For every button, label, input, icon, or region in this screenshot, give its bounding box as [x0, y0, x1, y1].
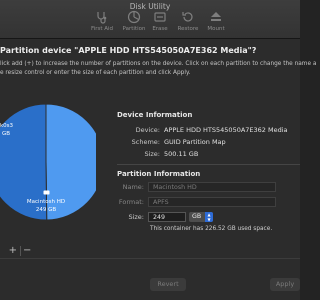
used-space-note: This container has 226.52 GB used space.	[150, 226, 273, 232]
erase-label: Erase	[152, 26, 168, 32]
size-value: 500.11 GB	[164, 150, 199, 158]
remove-partition-button[interactable]: −	[20, 245, 34, 256]
add-partition-button[interactable]: +	[6, 245, 20, 256]
device-label: Device:	[135, 126, 160, 134]
first-aid-label: First Aid	[90, 26, 114, 32]
apply-button[interactable]: Apply	[270, 278, 300, 291]
device-value: APPLE HDD HTS545050A7E362 Media	[164, 126, 288, 134]
partition-icon	[127, 10, 141, 24]
pie-label-main-size: 249 GB	[35, 207, 57, 213]
restore-label: Restore	[177, 26, 199, 32]
drive-icon	[43, 190, 50, 195]
sheet-heading: Partition device "APPLE HDD HTS545050A7E…	[0, 46, 257, 55]
instructions-line-1: lick add (+) to increase the number of p…	[0, 61, 317, 67]
name-field[interactable]: Macintosh HD	[148, 182, 276, 192]
mount-icon	[211, 12, 221, 21]
stethoscope-icon	[97, 12, 107, 24]
partition-add-remove-control: + −	[6, 245, 34, 256]
pie-label-main-name: Macintosh HD	[26, 199, 66, 205]
restore-icon	[182, 12, 193, 22]
erase-icon	[154, 12, 166, 22]
scheme-value: GUID Partition Map	[164, 138, 226, 146]
mount-label: Mount	[207, 26, 225, 32]
scheme-label: Scheme:	[131, 138, 160, 146]
partition-size-label: Size:	[128, 213, 144, 221]
size-label: Size:	[144, 150, 160, 158]
revert-button[interactable]: Revert	[150, 278, 186, 291]
title-bar: Disk Utility First Aid Partition Erase R…	[0, 0, 300, 39]
partition-information-title: Partition Information	[117, 170, 201, 178]
format-popup[interactable]: APFS	[148, 197, 276, 207]
partition-size-input[interactable]: 249	[148, 212, 186, 222]
pie-label-partition-size: GB	[2, 131, 11, 137]
size-unit-value: GB	[192, 213, 202, 220]
format-label: Format:	[118, 198, 144, 206]
mount-button[interactable]: Mount	[198, 10, 234, 36]
partition-pie-chart[interactable]	[0, 86, 96, 236]
footer-separator	[0, 258, 300, 259]
pie-label-partition-name: k0s3	[0, 123, 14, 129]
name-label: Name:	[122, 183, 144, 191]
separator	[117, 164, 300, 165]
format-value: APFS	[153, 199, 169, 206]
device-information-title: Device Information	[117, 111, 193, 119]
first-aid-button[interactable]: First Aid	[84, 10, 120, 36]
size-unit-popup[interactable]: GB ▲ ▼	[189, 212, 213, 222]
instructions-line-2: e resize control or enter the size of ea…	[0, 70, 191, 76]
updown-arrows-icon: ▲ ▼	[205, 212, 213, 222]
